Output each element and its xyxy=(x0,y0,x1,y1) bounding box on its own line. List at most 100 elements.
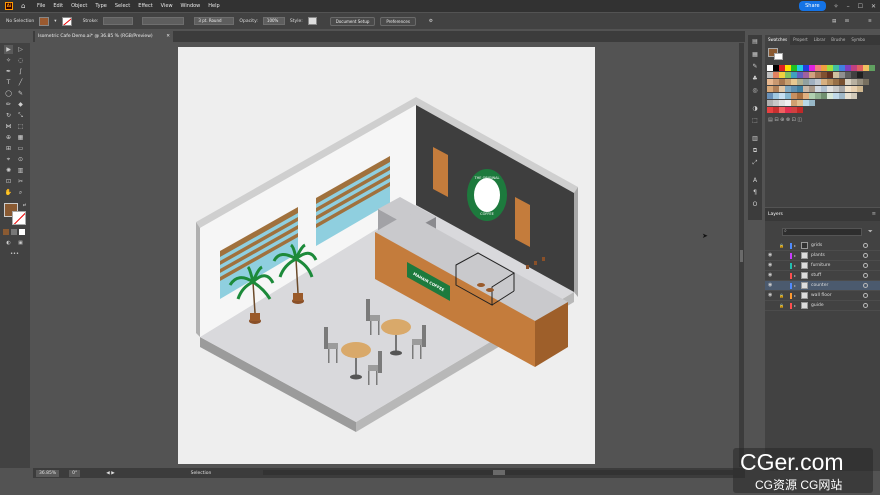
menu-edit[interactable]: Edit xyxy=(53,3,63,9)
panel-menu-icon[interactable]: ⊟ xyxy=(845,19,849,24)
layer-row-stuff[interactable]: ◉ ▸ stuff xyxy=(765,271,880,281)
layer-name[interactable]: wall floor xyxy=(811,291,832,300)
opacity-field[interactable]: 100% xyxy=(262,17,285,25)
artboard-tool-icon[interactable]: ⊡ xyxy=(4,177,13,186)
layer-row-grids[interactable]: 🔒 ▸ grids xyxy=(765,241,880,251)
type-tool-icon[interactable]: T xyxy=(4,78,13,87)
color-mode-icon[interactable] xyxy=(3,229,9,235)
arrange-icon[interactable]: ⚙ xyxy=(429,19,433,24)
free-transform-tool-icon[interactable]: ⬚ xyxy=(16,122,25,131)
overflow-menu-icon[interactable]: ≡ xyxy=(868,19,872,24)
pencil-tool-icon[interactable]: ✏ xyxy=(4,100,13,109)
stroke-weight-field[interactable] xyxy=(103,17,134,25)
swatch[interactable] xyxy=(851,93,857,99)
swatch[interactable] xyxy=(797,107,803,113)
screen-mode-icon[interactable]: ▣ xyxy=(16,239,25,248)
selection-tool-icon[interactable]: ▶ xyxy=(4,45,13,54)
chevron-right-icon[interactable]: ▸ xyxy=(794,251,796,260)
layer-target-icon[interactable] xyxy=(863,293,868,298)
menu-object[interactable]: Object xyxy=(71,3,87,9)
menu-select[interactable]: Select xyxy=(115,3,130,9)
layers-panel-title[interactable]: Layers xyxy=(765,208,880,221)
layer-target-icon[interactable] xyxy=(863,283,868,288)
chevron-right-icon[interactable]: ▸ xyxy=(794,241,796,250)
stroke-color-swatch[interactable] xyxy=(12,211,26,225)
brushes-icon[interactable]: ✎ xyxy=(751,63,759,71)
layer-row-plants[interactable]: ◉ ▸ plants xyxy=(765,251,880,261)
mesh-tool-icon[interactable]: ⊞ xyxy=(4,144,13,153)
menu-type[interactable]: Type xyxy=(95,3,106,9)
draw-mode-icon[interactable]: ◐ xyxy=(4,239,13,248)
gradient-tool-icon[interactable]: ▭ xyxy=(16,144,25,153)
layer-target-icon[interactable] xyxy=(863,243,868,248)
home-icon[interactable]: ⌂ xyxy=(21,2,29,10)
align-icon[interactable]: ▤ xyxy=(832,19,836,24)
appearance-icon[interactable]: ◎ xyxy=(751,87,759,95)
tab-libraries[interactable]: Librar xyxy=(811,35,829,45)
eye-icon[interactable]: ◉ xyxy=(768,261,772,270)
swatch[interactable] xyxy=(809,100,815,106)
maximize-icon[interactable]: ☐ xyxy=(858,3,863,10)
artboard[interactable]: THE ORIGINAL COFFEE MAHAIR COFFEE xyxy=(178,47,595,464)
zoom-tool-icon[interactable]: ⌕ xyxy=(16,188,25,197)
preferences-button[interactable]: Preferences xyxy=(380,16,416,26)
menu-file[interactable]: File xyxy=(37,3,45,9)
swatch[interactable] xyxy=(863,79,869,85)
tab-brushes[interactable]: Brushe xyxy=(828,35,848,45)
ellipse-tool-icon[interactable]: ◯ xyxy=(4,89,13,98)
layer-name[interactable]: furniture xyxy=(811,261,830,270)
rotation-field[interactable]: 0° xyxy=(69,469,81,477)
layers-search-input[interactable] xyxy=(782,228,862,236)
panel-close-icon[interactable]: ≡ xyxy=(872,211,876,217)
document-setup-button[interactable]: Document Setup xyxy=(329,16,376,26)
magic-wand-tool-icon[interactable]: ✧ xyxy=(4,56,13,65)
fill-swatch[interactable] xyxy=(39,16,50,26)
close-tab-icon[interactable]: ✕ xyxy=(166,31,170,42)
shape-builder-tool-icon[interactable]: ⊕ xyxy=(4,133,13,142)
layer-row-wall-floor[interactable]: ◉ 🔒 ▸ wall floor xyxy=(765,291,880,301)
slice-tool-icon[interactable]: ✂ xyxy=(16,177,25,186)
variable-width-field[interactable] xyxy=(142,17,185,25)
properties-icon[interactable]: ▤ xyxy=(751,38,759,46)
layer-target-icon[interactable] xyxy=(863,263,868,268)
zoom-field[interactable]: 36.85% xyxy=(36,469,60,477)
close-icon[interactable]: ✕ xyxy=(871,3,876,10)
graphic-styles-icon[interactable]: ⬚ xyxy=(751,117,759,125)
tab-swatches[interactable]: Swatches xyxy=(765,35,791,45)
symbols-icon[interactable]: ♣ xyxy=(751,75,759,83)
paragraph-icon[interactable]: ¶ xyxy=(751,189,759,197)
layer-row-counter[interactable]: ◉ ▸ counter xyxy=(765,281,880,291)
layer-row-guide[interactable]: 🔒 ▸ guide xyxy=(765,301,880,311)
perspective-grid-tool-icon[interactable]: ▦ xyxy=(16,133,25,142)
pen-tool-icon[interactable]: ✒ xyxy=(4,67,13,76)
width-tool-icon[interactable]: ⋈ xyxy=(4,122,13,131)
chevron-right-icon[interactable]: ▸ xyxy=(794,271,796,280)
share-button[interactable]: Share xyxy=(799,1,826,11)
layer-name[interactable]: guide xyxy=(811,301,824,310)
layer-target-icon[interactable] xyxy=(863,303,868,308)
blend-tool-icon[interactable]: ⊙ xyxy=(16,155,25,164)
chevron-right-icon[interactable]: ▸ xyxy=(794,301,796,310)
character-icon[interactable]: A xyxy=(751,177,759,185)
brush-definition-field[interactable]: 3 pt. Round xyxy=(194,17,235,25)
menu-help[interactable]: Help xyxy=(208,3,219,9)
layer-name[interactable]: stuff xyxy=(811,271,821,280)
align-panel-icon[interactable]: ▥ xyxy=(751,135,759,143)
horizontal-scroll-thumb[interactable] xyxy=(493,470,505,475)
document-tab[interactable]: Isometric Cafe Demo.ai* @ 36.85 % (RGB/P… xyxy=(35,31,173,42)
eye-icon[interactable]: ◉ xyxy=(768,281,772,290)
eye-icon[interactable]: ◉ xyxy=(768,251,772,260)
filter-icon[interactable]: ⏷ xyxy=(868,228,873,236)
paintbrush-tool-icon[interactable]: ✎ xyxy=(16,89,25,98)
tab-properties[interactable]: Propert xyxy=(790,35,811,45)
swatch[interactable] xyxy=(869,65,875,71)
eraser-tool-icon[interactable]: ◆ xyxy=(16,100,25,109)
eye-icon[interactable]: ◉ xyxy=(768,291,772,300)
layer-name[interactable]: counter xyxy=(811,281,828,290)
layer-name[interactable]: plants xyxy=(811,251,825,260)
layer-row-furniture[interactable]: ◉ ▸ furniture xyxy=(765,261,880,271)
current-stroke-swatch[interactable] xyxy=(774,53,783,60)
eye-icon[interactable]: ◉ xyxy=(768,271,772,280)
swatch[interactable] xyxy=(857,86,863,92)
eyedropper-tool-icon[interactable]: ⌖ xyxy=(4,155,13,164)
